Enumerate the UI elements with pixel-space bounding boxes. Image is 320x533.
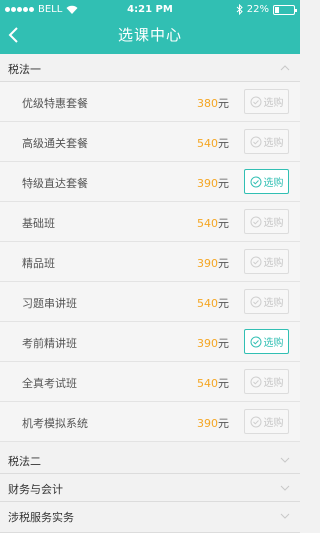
course-list: 优级特惠套餐 380元 选购 高级通关套餐 540元 选购 特级直达套餐 390元 选购 基础班 5…: [0, 82, 300, 442]
course-name: 全真考试班: [22, 377, 77, 390]
course-row: 特级直达套餐 390元 选购: [0, 162, 300, 202]
check-circle-icon: [250, 376, 261, 387]
section-header-tax-law-2[interactable]: 税法二: [0, 446, 300, 474]
section-title: 税法二: [8, 455, 41, 468]
course-name: 习题串讲班: [22, 297, 77, 310]
section-header-tax-law-1[interactable]: 税法一: [0, 54, 300, 82]
select-button-label: 选购: [263, 178, 284, 189]
price-value: 540: [197, 377, 218, 390]
select-purchase-button[interactable]: 选购: [244, 129, 289, 154]
course-name: 基础班: [22, 217, 55, 230]
select-button-label: 选购: [263, 418, 284, 429]
select-purchase-button[interactable]: 选购: [244, 89, 289, 114]
course-row: 习题串讲班 540元 选购: [0, 282, 300, 322]
price-value: 390: [197, 257, 218, 270]
select-button-label: 选购: [263, 98, 284, 109]
section-header-finance-accounting[interactable]: 财务与会计: [0, 474, 300, 502]
price-unit: 元: [218, 257, 229, 270]
course-row: 基础班 540元 选购: [0, 202, 300, 242]
price-unit: 元: [218, 217, 229, 230]
course-price: 540元: [197, 295, 229, 311]
course-row: 机考模拟系统 390元 选购: [0, 402, 300, 442]
price-unit: 元: [218, 337, 229, 350]
select-button-label: 选购: [263, 338, 284, 349]
price-unit: 元: [218, 417, 229, 430]
select-purchase-button[interactable]: 选购: [244, 249, 289, 274]
check-circle-icon: [250, 336, 261, 347]
section-title: 税法一: [8, 63, 41, 76]
course-price: 390元: [197, 415, 229, 431]
course-name: 优级特惠套餐: [22, 97, 88, 110]
course-price: 380元: [197, 95, 229, 111]
price-value: 540: [197, 297, 218, 310]
course-row: 优级特惠套餐 380元 选购: [0, 82, 300, 122]
section-header-tax-services[interactable]: 涉税服务实务: [0, 502, 300, 533]
select-purchase-button[interactable]: 选购: [244, 329, 289, 354]
price-value: 390: [197, 417, 218, 430]
select-button-label: 选购: [263, 258, 284, 269]
price-value: 380: [197, 97, 218, 110]
price-value: 540: [197, 217, 218, 230]
check-circle-icon: [250, 296, 261, 307]
check-circle-icon: [250, 96, 261, 107]
check-circle-icon: [250, 216, 261, 227]
price-unit: 元: [218, 297, 229, 310]
select-button-label: 选购: [263, 138, 284, 149]
course-price: 540元: [197, 135, 229, 151]
course-price: 390元: [197, 175, 229, 191]
check-circle-icon: [250, 176, 261, 187]
course-row: 全真考试班 540元 选购: [0, 362, 300, 402]
select-purchase-button[interactable]: 选购: [244, 289, 289, 314]
price-unit: 元: [218, 177, 229, 190]
course-name: 高级通关套餐: [22, 137, 88, 150]
course-price: 390元: [197, 255, 229, 271]
chevron-down-icon: [280, 457, 290, 463]
course-name: 精品班: [22, 257, 55, 270]
price-value: 390: [197, 337, 218, 350]
chevron-down-icon: [280, 485, 290, 491]
chevron-down-icon: [280, 513, 290, 519]
select-button-label: 选购: [263, 378, 284, 389]
select-button-label: 选购: [263, 218, 284, 229]
price-unit: 元: [218, 137, 229, 150]
course-name: 考前精讲班: [22, 337, 77, 350]
select-purchase-button[interactable]: 选购: [244, 369, 289, 394]
chevron-up-icon: [280, 65, 290, 71]
select-purchase-button[interactable]: 选购: [244, 409, 289, 434]
course-name: 机考模拟系统: [22, 417, 88, 430]
select-button-label: 选购: [263, 298, 284, 309]
course-row: 考前精讲班 390元 选购: [0, 322, 300, 362]
course-price: 540元: [197, 375, 229, 391]
course-name: 特级直达套餐: [22, 177, 88, 190]
bluetooth-icon: [236, 4, 243, 15]
page-title: 选课中心: [117, 26, 182, 44]
select-purchase-button[interactable]: 选购: [244, 169, 289, 194]
check-circle-icon: [250, 256, 261, 267]
price-unit: 元: [218, 97, 229, 110]
course-row: 精品班 390元 选购: [0, 242, 300, 282]
section-title: 财务与会计: [8, 483, 63, 496]
course-price: 390元: [197, 335, 229, 351]
status-bar: BELL 4:21 PM 22%: [0, 0, 300, 20]
check-circle-icon: [250, 136, 261, 147]
course-row: 高级通关套餐 540元 选购: [0, 122, 300, 162]
course-price: 540元: [197, 215, 229, 231]
section-title: 涉税服务实务: [8, 511, 74, 524]
price-value: 390: [197, 177, 218, 190]
select-purchase-button[interactable]: 选购: [244, 209, 289, 234]
check-circle-icon: [250, 416, 261, 427]
battery-icon: [273, 4, 297, 15]
price-value: 540: [197, 137, 218, 150]
battery-percent: 22%: [246, 4, 269, 15]
price-unit: 元: [218, 377, 229, 390]
